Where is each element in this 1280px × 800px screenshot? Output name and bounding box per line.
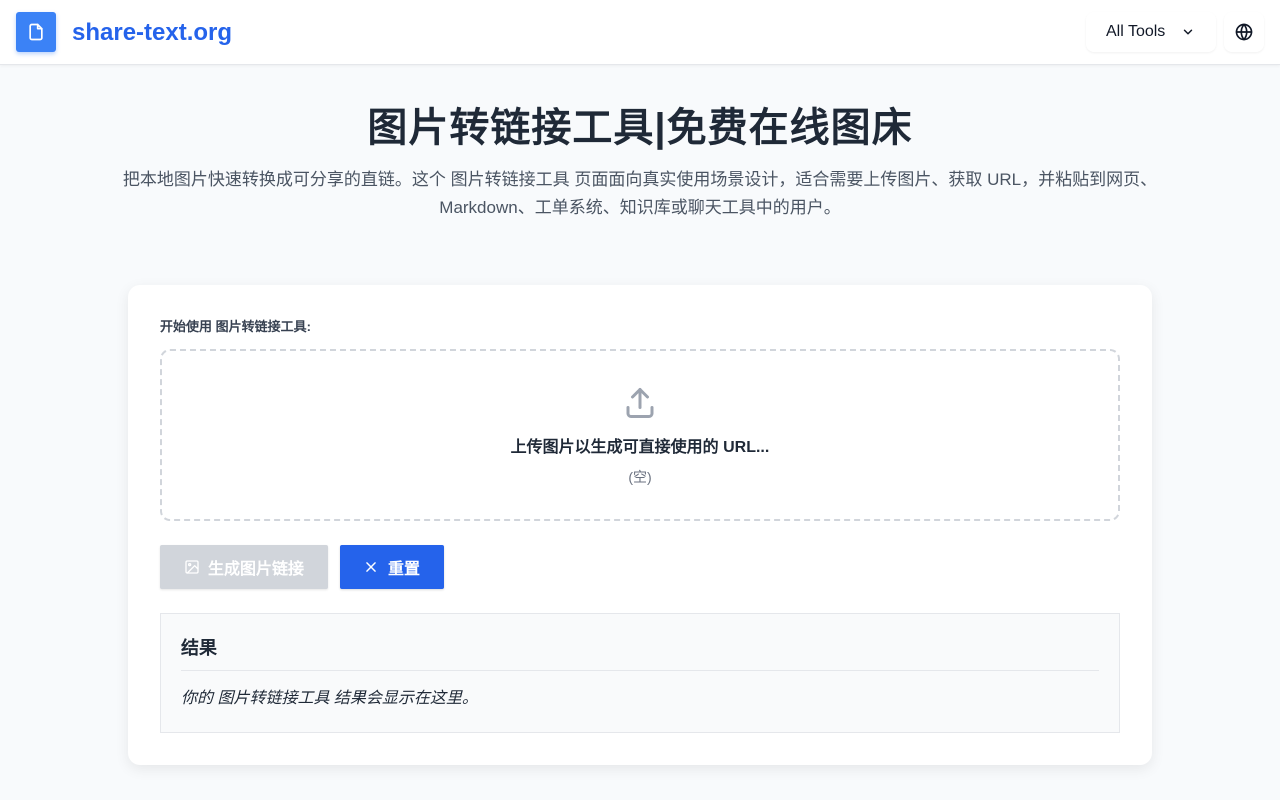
dropzone-text: 上传图片以生成可直接使用的 URL... — [510, 439, 770, 456]
brand-link[interactable]: share-text.org — [72, 18, 232, 48]
generate-link-button[interactable]: 生成图片链接 — [160, 545, 328, 589]
page-description: 把本地图片快速转换成可分享的直链。这个 图片转链接工具 页面面向真实使用场景设计… — [122, 170, 1158, 217]
upload-icon — [626, 388, 654, 418]
file-icon — [29, 23, 43, 41]
reset-label: 重置 — [387, 561, 420, 578]
all-tools-dropdown[interactable]: All Tools — [1086, 12, 1216, 52]
top-header: share-text.org All Tools — [0, 0, 1280, 65]
generate-link-label: 生成图片链接 — [207, 561, 304, 578]
dropzone-subtext: (空) — [628, 469, 652, 485]
image-icon — [185, 560, 199, 574]
card-label: 开始使用 图片转链接工具: — [160, 319, 311, 334]
result-panel: 结果 你的 图片转链接工具 结果会显示在这里。 — [160, 613, 1120, 733]
globe-icon — [1235, 23, 1253, 41]
close-icon — [366, 562, 376, 572]
result-divider — [181, 670, 1099, 671]
tool-card: 开始使用 图片转链接工具: 上传图片以生成可直接使用的 URL... (空) 生… — [128, 285, 1152, 765]
page-title: 图片转链接工具|免费在线图床 — [367, 106, 913, 150]
reset-button[interactable]: 重置 — [340, 545, 444, 589]
result-title: 结果 — [181, 638, 217, 658]
chevron-down-icon — [1183, 29, 1193, 35]
all-tools-label: All Tools — [1106, 23, 1166, 40]
language-button[interactable] — [1224, 12, 1264, 52]
result-placeholder: 你的 图片转链接工具 结果会显示在这里。 — [181, 690, 478, 707]
upload-dropzone[interactable]: 上传图片以生成可直接使用的 URL... (空) — [160, 349, 1120, 521]
logo[interactable] — [16, 12, 56, 52]
